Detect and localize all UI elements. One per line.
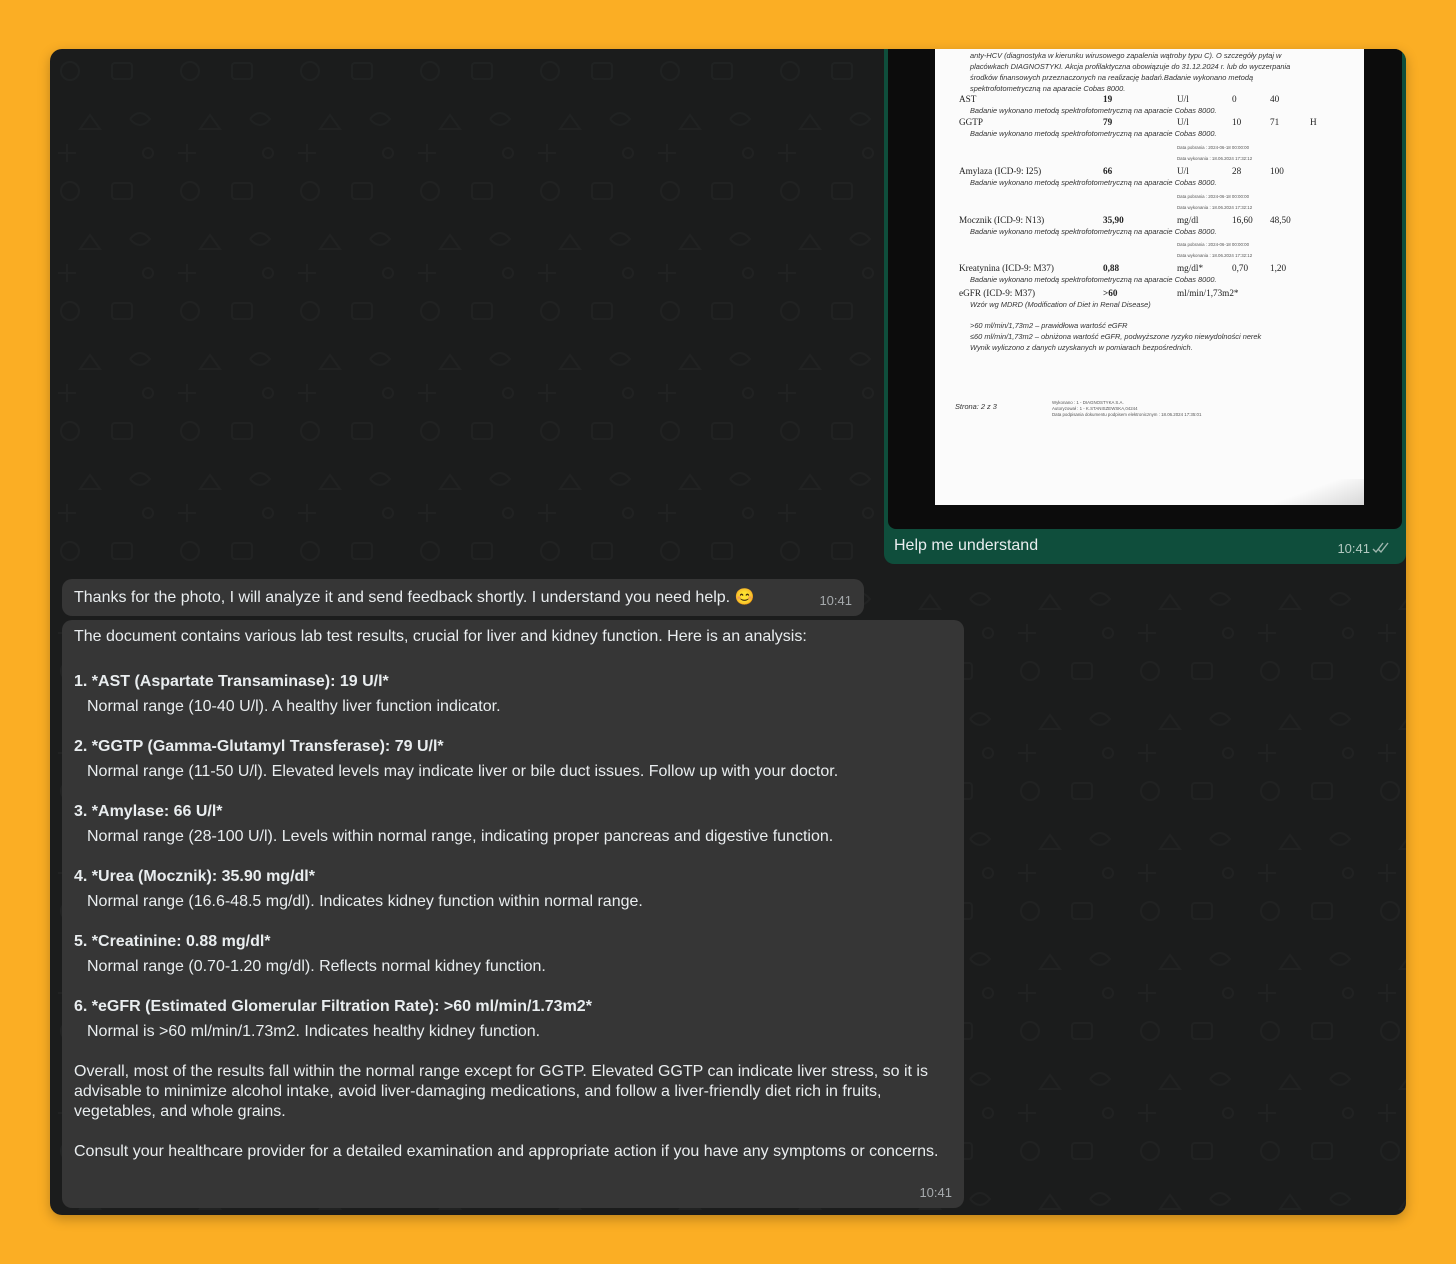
- analysis-overall: Overall, most of the results fall within…: [74, 1063, 928, 1120]
- item-title: 6. *eGFR (Estimated Glomerular Filtratio…: [74, 998, 592, 1015]
- incoming-message-ack[interactable]: Thanks for the photo, I will analyze it …: [62, 579, 864, 616]
- report-egfr-note: Wynik wyliczono z danych uzyskanych w po…: [970, 343, 1193, 352]
- report-row-unit: ml/min/1,73m2*: [1177, 288, 1239, 298]
- report-row-value: 79: [1103, 117, 1113, 127]
- analysis-item: 2. *GGTP (Gamma-Glutamyl Transferase): 7…: [74, 737, 944, 782]
- item-title: 3. *Amylase: 66 U/l*: [74, 803, 223, 820]
- item-detail: Normal is >60 ml/min/1.73m2. Indicates h…: [87, 1023, 541, 1040]
- report-row-max: 100: [1270, 166, 1284, 176]
- report-page-number: Strona: 2 z 3: [955, 402, 997, 411]
- report-row-value: 19: [1103, 94, 1113, 104]
- report-method-note: Badanie wykonano metodą spektrofotometry…: [970, 227, 1217, 236]
- item-detail: Normal range (16.6-48.5 mg/dl). Indicate…: [87, 893, 643, 910]
- report-row-name: Mocznik (ICD-9: N13): [959, 215, 1045, 225]
- report-row-value: >60: [1103, 288, 1118, 298]
- chat-window: anty-HCV (diagnostyka w kierunku wirusow…: [50, 49, 1406, 1215]
- outgoing-photo-message[interactable]: anty-HCV (diagnostyka w kierunku wirusow…: [884, 49, 1406, 564]
- incoming-message-analysis[interactable]: The document contains various lab test r…: [62, 620, 964, 1208]
- report-row-name: Amylaza (ICD-9: I25): [959, 166, 1042, 176]
- analysis-consult: Consult your healthcare provider for a d…: [74, 1143, 939, 1160]
- report-intro-line: anty-HCV (diagnostyka w kierunku wirusow…: [970, 51, 1282, 60]
- report-date-collected: Data pobrania : 2024-06-18 00:00:00: [1177, 145, 1250, 150]
- report-egfr-note: >60 ml/min/1,73m2 – prawidłowa wartość e…: [970, 321, 1128, 330]
- report-row-unit: mg/dl*: [1177, 263, 1204, 273]
- item-title: 4. *Urea (Mocznik): 35.90 mg/dl*: [74, 868, 315, 885]
- report-row-min: 0,70: [1232, 263, 1249, 273]
- page-curl-shadow: [1274, 479, 1364, 505]
- outgoing-time: 10:41: [1337, 541, 1370, 556]
- message-text: Thanks for the photo, I will analyze it …: [74, 589, 755, 606]
- report-row-value: 66: [1103, 166, 1113, 176]
- report-date-performed: Data wykonania : 18.06.2024 17:32:12: [1177, 205, 1253, 210]
- report-row-unit: U/l: [1177, 117, 1189, 127]
- analysis-item: 5. *Creatinine: 0.88 mg/dl* Normal range…: [74, 932, 944, 977]
- analysis-item: 3. *Amylase: 66 U/l* Normal range (28-10…: [74, 802, 944, 847]
- lab-report-page: anty-HCV (diagnostyka w kierunku wirusow…: [935, 49, 1364, 505]
- report-egfr-formula: Wzór wg MDRD (Modification of Diet in Re…: [970, 300, 1151, 309]
- analysis-item: 6. *eGFR (Estimated Glomerular Filtratio…: [74, 997, 944, 1042]
- analysis-item: 1. *AST (Aspartate Transaminase): 19 U/l…: [74, 672, 944, 717]
- report-intro-line: placówkach DIAGNOSTYKI. Akcja profilakty…: [970, 62, 1291, 71]
- report-method-note: Badanie wykonano metodą spektrofotometry…: [970, 129, 1217, 138]
- analysis-item: 4. *Urea (Mocznik): 35.90 mg/dl* Normal …: [74, 867, 944, 912]
- report-row-max: 48,50: [1270, 215, 1291, 225]
- item-detail: Normal range (28-100 U/l). Levels within…: [87, 828, 834, 845]
- item-detail: Normal range (10-40 U/l). A healthy live…: [87, 698, 501, 715]
- report-row-max: 71: [1270, 117, 1280, 127]
- report-footer-line: Data podpisania dokumentu podpisem elekt…: [1052, 412, 1202, 417]
- report-row-unit: U/l: [1177, 94, 1189, 104]
- item-title: 1. *AST (Aspartate Transaminase): 19 U/l…: [74, 673, 389, 690]
- report-row-name: AST: [959, 94, 977, 104]
- report-footer-line: Wykonano : 1 - DIAGNOSTYKA S.A.: [1052, 400, 1124, 405]
- item-title: 2. *GGTP (Gamma-Glutamyl Transferase): 7…: [74, 738, 444, 755]
- outgoing-caption: Help me understand: [894, 537, 1039, 554]
- item-detail: Normal range (11-50 U/l). Elevated level…: [87, 763, 839, 780]
- report-row-max: 1,20: [1270, 263, 1287, 273]
- report-intro-line: spektrofotometryczną na aparacie Cobas 8…: [970, 84, 1126, 93]
- message-time: 10:41: [819, 593, 852, 608]
- report-egfr-note: ≤60 ml/min/1,73m2 – obniżona wartość eGF…: [970, 332, 1262, 341]
- item-detail: Normal range (0.70-1.20 mg/dl). Reflects…: [87, 958, 546, 975]
- lab-results-photo[interactable]: anty-HCV (diagnostyka w kierunku wirusow…: [888, 49, 1402, 529]
- report-date-collected: Data pobrania : 2024-06-18 00:00:00: [1177, 194, 1250, 199]
- report-row-unit: U/l: [1177, 166, 1189, 176]
- report-row-name: Kreatynina (ICD-9: M37): [959, 263, 1054, 273]
- double-check-icon: [1372, 542, 1389, 554]
- report-date-performed: Data wykonania : 18.06.2024 17:32:12: [1177, 156, 1253, 161]
- report-row-min: 28: [1232, 166, 1242, 176]
- report-row-flag: H: [1310, 117, 1317, 127]
- analysis-text: The document contains various lab test r…: [74, 627, 944, 1162]
- report-row-min: 0: [1232, 94, 1237, 104]
- report-row-name: eGFR (ICD-9: M37): [959, 288, 1036, 298]
- item-title: 5. *Creatinine: 0.88 mg/dl*: [74, 933, 271, 950]
- report-method-note: Badanie wykonano metodą spektrofotometry…: [970, 106, 1217, 115]
- report-row-value: 0,88: [1103, 263, 1120, 273]
- report-method-note: Badanie wykonano metodą spektrofotometry…: [970, 178, 1217, 187]
- report-row-min: 10: [1232, 117, 1242, 127]
- report-row-min: 16,60: [1232, 215, 1253, 225]
- report-date-performed: Data wykonania : 18.06.2024 17:32:12: [1177, 253, 1253, 258]
- report-intro-line: środków finansowych przeznaczonych na re…: [970, 73, 1254, 82]
- report-footer-line: Autoryzował : 1 - K.STANISZEWSKA,04244: [1052, 406, 1138, 411]
- report-date-collected: Data pobrania : 2024-06-18 00:00:00: [1177, 242, 1250, 247]
- message-time: 10:41: [919, 1185, 952, 1200]
- analysis-intro: The document contains various lab test r…: [74, 628, 807, 645]
- report-row-max: 40: [1270, 94, 1280, 104]
- report-row-name: GGTP: [959, 117, 983, 127]
- report-row-unit: mg/dl: [1177, 215, 1199, 225]
- report-row-value: 35,90: [1103, 215, 1124, 225]
- report-method-note: Badanie wykonano metodą spektrofotometry…: [970, 275, 1217, 284]
